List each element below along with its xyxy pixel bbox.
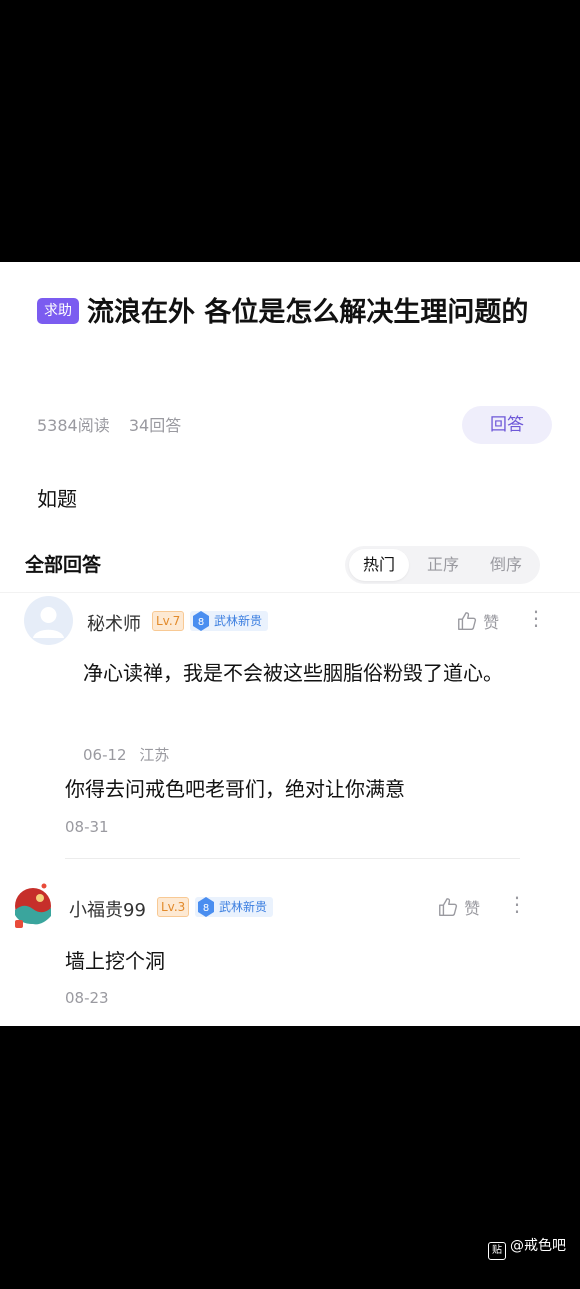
divider: [0, 592, 580, 593]
avatar[interactable]: [15, 882, 51, 930]
level-badge: Lv.7: [152, 611, 185, 631]
post-body: 如题: [37, 487, 77, 511]
reply-text: 你得去问戒色吧老哥们，绝对让你满意: [65, 777, 405, 801]
svg-text:8: 8: [198, 617, 204, 628]
like-button[interactable]: 赞: [437, 895, 480, 919]
tieba-icon: 贴: [488, 1242, 506, 1260]
level-badge: Lv.3: [157, 897, 190, 917]
read-count: 5384阅读: [37, 416, 110, 435]
default-avatar-icon: [33, 607, 64, 638]
thumbs-up-icon: [439, 898, 458, 916]
medal-gem-icon: 8: [193, 611, 209, 631]
divider: [65, 858, 520, 859]
comment-date: 08-23: [65, 989, 109, 1007]
medal-label: 武林新贵: [219, 900, 268, 914]
like-label: 赞: [483, 613, 500, 632]
tab-hot[interactable]: 热门: [349, 549, 409, 581]
sunset-avatar-icon: [15, 883, 51, 928]
sort-tabs: 热门 正序 倒序: [345, 546, 540, 584]
tab-ascending[interactable]: 正序: [413, 549, 473, 581]
answer-count: 34回答: [128, 416, 182, 435]
all-answers-title: 全部回答: [25, 554, 102, 576]
watermark: 贴 @戒色吧: [488, 1235, 566, 1260]
medal-label: 武林新贵: [214, 614, 263, 628]
comment-text: 墙上挖个洞: [65, 949, 165, 973]
medal-badge: 8 武林新贵: [190, 611, 269, 631]
medal-gem-icon: 8: [198, 897, 214, 917]
comment-date: 06-12: [83, 746, 127, 764]
avatar[interactable]: [24, 596, 73, 645]
thumbs-up-icon: [458, 612, 477, 630]
post-stats: 5384阅读 34回答: [37, 412, 195, 436]
comment-text: 净心读禅，我是不会被这些胭脂俗粉毁了道心。: [83, 661, 503, 685]
username[interactable]: 秘术师: [87, 610, 141, 636]
like-button[interactable]: 赞: [456, 609, 499, 633]
answer-button[interactable]: 回答: [462, 406, 552, 444]
like-label: 赞: [464, 899, 481, 918]
post-title: 流浪在外 各位是怎么解决生理问题的: [87, 297, 529, 328]
username[interactable]: 小福贵99: [69, 896, 146, 922]
comment-meta: 06-12 江苏: [83, 744, 169, 765]
reply-date: 08-31: [65, 818, 109, 836]
post-card: 求助 流浪在外 各位是怎么解决生理问题的 5384阅读 34回答 回答 如题 全…: [0, 262, 580, 1026]
svg-text:8: 8: [203, 903, 209, 914]
tab-descending[interactable]: 倒序: [476, 549, 536, 581]
medal-badge: 8 武林新贵: [195, 897, 274, 917]
more-icon[interactable]: ⋮: [507, 892, 527, 916]
comment-location: 江苏: [139, 746, 170, 764]
more-icon[interactable]: ⋮: [526, 606, 546, 630]
watermark-text: @戒色吧: [510, 1238, 566, 1254]
